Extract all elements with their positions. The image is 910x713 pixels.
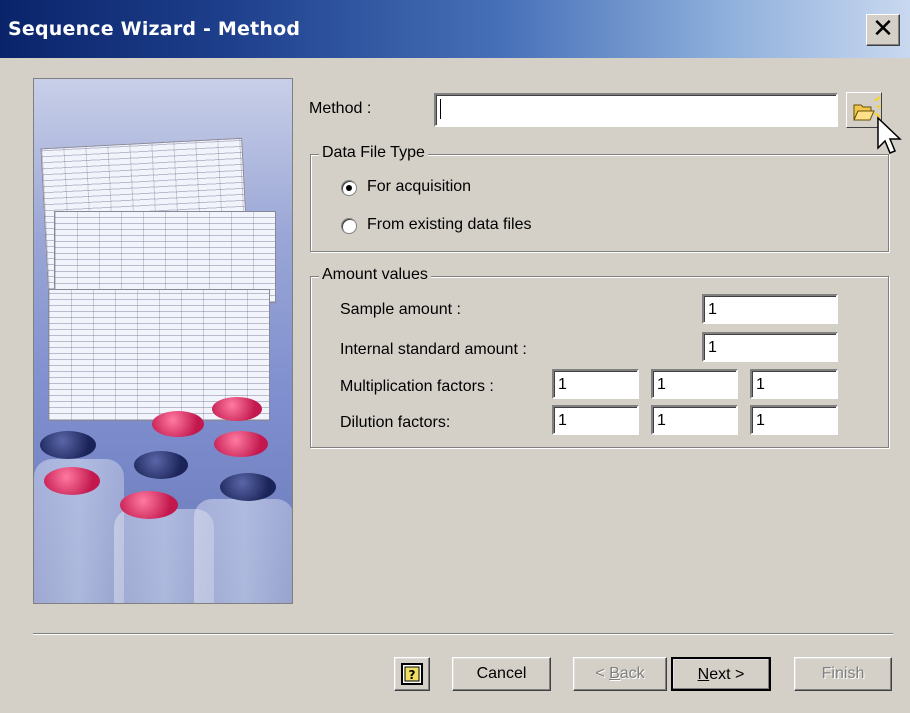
dilution-factor-2-input[interactable]: 1: [651, 405, 738, 435]
footer-separator: [33, 633, 893, 635]
dilution-factor-1-input[interactable]: 1: [552, 405, 639, 435]
data-file-type-group: Data File Type For acquisition From exis…: [310, 144, 889, 252]
vial-cap-blue: [40, 431, 96, 459]
sample-amount-label: Sample amount :: [340, 301, 461, 318]
for-acquisition-radio[interactable]: [341, 180, 357, 196]
help-icon: ?: [401, 663, 423, 685]
from-existing-label[interactable]: From existing data files: [367, 216, 532, 234]
close-button[interactable]: ✕: [866, 14, 900, 46]
method-input[interactable]: [434, 93, 838, 127]
finish-button[interactable]: Finish: [794, 657, 892, 691]
sample-amount-input[interactable]: 1: [702, 294, 838, 324]
amount-values-group: Amount values Sample amount : 1 Internal…: [310, 266, 889, 448]
from-existing-radio[interactable]: [341, 218, 357, 234]
vial-cap-red: [212, 397, 262, 421]
amount-values-title: Amount values: [319, 266, 431, 284]
multiplication-factor-1-input[interactable]: 1: [552, 369, 639, 399]
text-caret: [440, 98, 441, 119]
vial-cap-red: [120, 491, 178, 519]
window-title: Sequence Wizard - Method: [8, 18, 301, 40]
back-button[interactable]: < Back: [573, 657, 667, 691]
svg-text:?: ?: [409, 668, 416, 682]
for-acquisition-label[interactable]: For acquisition: [367, 178, 471, 196]
vial-cap-red: [44, 467, 100, 495]
method-label: Method :: [309, 100, 372, 117]
help-button[interactable]: ?: [394, 657, 430, 691]
vial-cap-red: [152, 411, 204, 437]
cancel-button[interactable]: Cancel: [452, 657, 551, 691]
multiplication-factors-label: Multiplication factors :: [340, 378, 494, 395]
vial-glass: [194, 499, 292, 603]
vial-cap-blue: [134, 451, 188, 479]
data-file-type-title: Data File Type: [319, 144, 428, 162]
wizard-side-image: [33, 78, 293, 604]
internal-standard-input[interactable]: 1: [702, 332, 838, 362]
multiplication-factor-2-input[interactable]: 1: [651, 369, 738, 399]
close-icon: ✕: [872, 14, 894, 44]
dilution-factor-3-input[interactable]: 1: [750, 405, 838, 435]
title-bar: Sequence Wizard - Method ✕: [0, 0, 910, 58]
next-button[interactable]: Next >: [671, 657, 771, 691]
multiplication-factor-3-input[interactable]: 1: [750, 369, 838, 399]
internal-standard-label: Internal standard amount :: [340, 341, 527, 358]
dilution-factors-label: Dilution factors:: [340, 414, 451, 431]
vial-cap-red: [214, 431, 268, 457]
vial-cap-blue: [220, 473, 276, 501]
